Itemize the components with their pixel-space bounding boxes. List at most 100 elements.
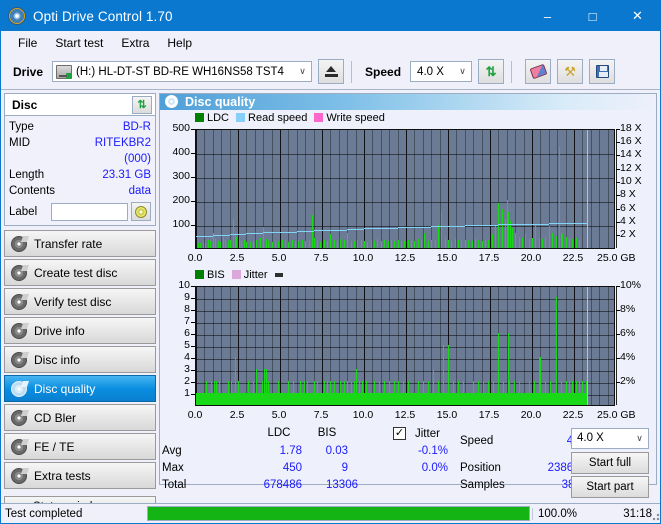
- stats-jitter-avg: -0.1%: [417, 444, 448, 457]
- save-button[interactable]: [589, 59, 616, 84]
- disc-row-value: 23.31 GB: [102, 169, 151, 181]
- y-axis-tick: [191, 393, 195, 395]
- settings-button[interactable]: ⚒: [557, 59, 584, 84]
- eject-button[interactable]: [318, 59, 345, 84]
- charts-area: LDC Read speed Write speed 100 200 300 400 5…: [160, 110, 656, 423]
- y2-axis-tick: [616, 333, 620, 335]
- sidebar-item-cd-bler[interactable]: CD Bler: [4, 404, 156, 431]
- data-bar: [529, 238, 530, 248]
- grid-line-vertical: [238, 129, 239, 248]
- window-title: Opti Drive Control 1.70: [33, 8, 173, 24]
- eject-icon: [324, 66, 338, 77]
- data-bar: [334, 239, 335, 248]
- grid-line-vertical: [557, 129, 558, 248]
- grid-line-vertical: [532, 129, 533, 248]
- data-bar: [225, 240, 226, 248]
- data-bar: [356, 368, 357, 405]
- save-icon: [595, 65, 609, 78]
- data-bar: [264, 368, 265, 405]
- data-bar: [377, 239, 378, 248]
- position-stat-label: Position: [460, 461, 501, 474]
- disc-row-key: Length: [9, 169, 45, 181]
- sidebar-item-transfer-rate[interactable]: Transfer rate: [4, 230, 156, 257]
- data-bar: [288, 241, 289, 248]
- sidebar-item-create-test-disc[interactable]: Create test disc: [4, 259, 156, 286]
- sidebar-item-fe-te[interactable]: FE / TE: [4, 433, 156, 460]
- speed-select[interactable]: 4.0 X ∨: [410, 61, 473, 82]
- data-bar: [540, 356, 541, 405]
- sidebar-item-drive-info[interactable]: Drive info: [4, 317, 156, 344]
- data-bar: [488, 380, 489, 405]
- data-bar: [314, 380, 315, 405]
- data-end-cursor: [587, 286, 588, 405]
- grid-line-vertical: [204, 129, 205, 248]
- drive-select[interactable]: (H:) HL-DT-ST BD-RE WH16NS58 TST4 ∨: [52, 61, 313, 82]
- read-speed-line: [296, 230, 314, 232]
- disc-label-browse-button[interactable]: [131, 202, 151, 221]
- refresh-button[interactable]: ⇅: [478, 59, 505, 84]
- start-full-button[interactable]: Start full: [571, 451, 649, 474]
- disc-row-key: MID: [9, 137, 31, 149]
- sidebar-item-extra-tests[interactable]: Extra tests: [4, 462, 156, 489]
- disc-row-value: BD-R: [122, 121, 151, 133]
- grid-line-vertical: [616, 129, 617, 248]
- menu-extra[interactable]: Extra: [112, 34, 158, 52]
- y-axis-tick: [191, 345, 195, 347]
- grid-line-vertical: [540, 129, 541, 248]
- data-bar: [552, 233, 553, 248]
- speed-label: Speed: [365, 64, 402, 79]
- y-axis-tick: [191, 321, 195, 323]
- resize-grip[interactable]: [650, 511, 660, 521]
- y-axis-tick: [191, 357, 195, 359]
- data-bar: [231, 380, 232, 405]
- data-bar: [282, 239, 283, 248]
- y-axis-tick: [191, 176, 195, 178]
- data-bar: [556, 235, 557, 248]
- data-bar: [561, 380, 562, 405]
- sidebar-item-disc-info[interactable]: Disc info: [4, 346, 156, 373]
- sidebar-item-disc-quality[interactable]: Disc quality: [4, 375, 156, 402]
- data-bar: [519, 380, 520, 405]
- erase-button[interactable]: [525, 59, 552, 84]
- minimize-button[interactable]: –: [525, 1, 570, 31]
- data-bar: [337, 240, 338, 248]
- grid-line-vertical: [591, 129, 592, 248]
- stats-row-max: Max: [162, 461, 184, 474]
- menu-file[interactable]: File: [9, 34, 46, 52]
- legend-item-bis: BIS: [195, 269, 225, 281]
- data-bar: [448, 344, 449, 405]
- menu-help[interactable]: Help: [158, 34, 201, 52]
- y2-axis-tick: [616, 181, 620, 183]
- sidebar-item-verify-test-disc[interactable]: Verify test disc: [4, 288, 156, 315]
- data-bar: [403, 380, 404, 405]
- grid-line-horizontal: [196, 177, 614, 179]
- progress-percent: 100.0%: [532, 507, 590, 520]
- data-bar: [347, 233, 348, 248]
- data-bar: [428, 240, 429, 248]
- disc-label-input[interactable]: [51, 202, 128, 221]
- start-part-button[interactable]: Start part: [571, 475, 649, 498]
- grid-line-vertical: [431, 286, 432, 405]
- disc-panel-header: Disc ⇅: [5, 94, 155, 116]
- grid-line-vertical: [204, 286, 205, 405]
- body: Disc ⇅ Type BD-R MID RITEKBR2 (000) Leng…: [1, 90, 660, 518]
- stats-ldc-max: 450: [282, 461, 302, 474]
- disc-icon: [11, 264, 27, 281]
- data-bar: [566, 380, 567, 405]
- legend-swatch: [195, 113, 204, 123]
- jitter-checkbox[interactable]: ✓: [393, 426, 406, 440]
- tools-icon: ⚒: [564, 63, 576, 79]
- close-button[interactable]: ✕: [615, 1, 660, 31]
- grid-line-horizontal: [196, 310, 614, 312]
- stats-row-total: Total: [162, 478, 187, 491]
- read-speed-line: [464, 224, 482, 226]
- menu-start-test[interactable]: Start test: [46, 34, 112, 52]
- data-bar: [354, 241, 355, 248]
- maximize-button[interactable]: □: [570, 1, 615, 31]
- test-speed-select[interactable]: 4.0 X ∨: [571, 427, 649, 449]
- data-bar: [433, 368, 434, 405]
- disc-row-mid: MID RITEKBR2 (000): [9, 135, 151, 167]
- ldc-chart[interactable]: 100 200 300 400 500 2 X4 X6 X8 X 10 X 12 X 14 X1…: [162, 122, 654, 266]
- bis-chart[interactable]: 1 2 3 4 5 6 7 8 9 10 2% 4% 6% 8% 10% 0.0 2.5 5.0 7.5 10.0 12…: [162, 279, 654, 423]
- disc-refresh-button[interactable]: ⇅: [132, 95, 152, 114]
